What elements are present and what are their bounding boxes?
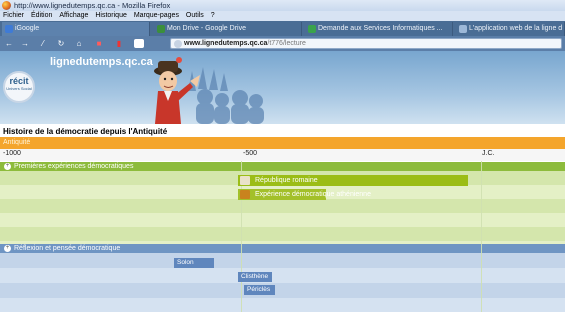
roman-helmet-icon <box>240 176 250 185</box>
menu-affichage[interactable]: Affichage <box>59 12 88 19</box>
event-label: République romaine <box>255 177 318 184</box>
tab-label: Mon Drive - Google Drive <box>167 25 246 32</box>
bookmark-icon[interactable]: ■ <box>94 39 104 48</box>
logo-text: récit <box>9 76 29 86</box>
tab-label: L'application web de la ligne d <box>469 25 563 32</box>
tab-bar: iGoogle Mon Drive - Google Drive Demande… <box>0 21 565 36</box>
drive-icon <box>157 25 165 33</box>
timeline-area: Histoire de la démocratie depuis l'Antiq… <box>0 124 565 312</box>
site-identity-icon[interactable] <box>174 40 182 48</box>
tab-ligne-du-temps[interactable]: L'application web de la ligne d <box>456 22 565 36</box>
timeline-title: Histoire de la démocratie depuis l'Antiq… <box>3 127 168 136</box>
tab-igoogle[interactable]: iGoogle <box>2 22 150 36</box>
menu-bar: Fichier Édition Affichage Historique Mar… <box>0 11 565 21</box>
menu-aide[interactable]: ? <box>211 12 215 19</box>
tab-label: iGoogle <box>15 25 40 32</box>
expand-icon[interactable]: + <box>4 163 11 170</box>
tab-label: Demande aux Services Informatiques ... <box>318 25 443 32</box>
gridline <box>481 161 482 312</box>
signal-icon[interactable]: ⁄ <box>38 39 48 48</box>
expand-icon[interactable]: + <box>4 245 11 252</box>
menu-marque-pages[interactable]: Marque-pages <box>134 12 179 19</box>
forward-arrow-icon[interactable]: → <box>20 39 30 48</box>
section-label: Premières expériences démocratiques <box>14 163 134 170</box>
tick-label: -1000 <box>3 150 21 157</box>
url-bar[interactable]: www.lignedutemps.qc.ca/t776/lecture <box>170 38 562 49</box>
menu-fichier[interactable]: Fichier <box>3 12 24 19</box>
temple-icon <box>240 190 250 199</box>
readability-icon[interactable]: ▮ <box>114 39 124 48</box>
person-solon[interactable]: Solon <box>174 258 214 268</box>
event-label: Expérience démocratique athénienne <box>255 191 371 198</box>
refresh-icon[interactable]: ↻ <box>56 39 66 48</box>
window-titlebar: http://www.lignedutemps.qc.ca - Mozilla … <box>0 0 565 11</box>
url-path: /t776/lecture <box>267 40 306 47</box>
menu-edition[interactable]: Édition <box>31 12 52 19</box>
person-pericles[interactable]: Périclès <box>244 285 275 295</box>
section-label: Réflexion et pensée démocratique <box>14 245 121 252</box>
menu-outils[interactable]: Outils <box>186 12 204 19</box>
logo-subtext: Univers Social <box>6 86 32 91</box>
person-clisthene[interactable]: Clisthène <box>238 272 272 282</box>
page-icon <box>459 25 467 33</box>
navigation-toolbar: ← → ⁄ ↻ ⌂ ■ ▮ www.lignedutemps.qc.ca/t77… <box>0 36 565 51</box>
google-icon <box>5 25 13 33</box>
window-title: http://www.lignedutemps.qc.ca - Mozilla … <box>14 1 171 10</box>
url-host: www.lignedutemps.qc.ca <box>184 40 268 47</box>
event-republique-romaine[interactable]: République romaine <box>238 175 468 186</box>
era-band[interactable]: Antiquité <box>0 137 565 149</box>
event-experience-athenienne[interactable]: Expérience démocratique athénienne <box>238 189 371 200</box>
recit-logo[interactable]: récit Univers Social <box>3 71 35 103</box>
menu-historique[interactable]: Historique <box>95 12 127 19</box>
site-header: récit Univers Social lignedutemps.qc.ca <box>0 51 565 124</box>
tick-label: -500 <box>243 150 258 157</box>
site-name[interactable]: lignedutemps.qc.ca <box>50 56 153 68</box>
time-scale: -1000 -500 J.C. <box>0 149 565 161</box>
era-label: Antiquité <box>3 139 31 146</box>
document-icon <box>308 25 316 33</box>
tick-label: J.C. <box>482 150 495 157</box>
back-arrow-icon[interactable]: ← <box>4 39 14 48</box>
firefox-icon <box>2 1 11 10</box>
tab-services-informatiques[interactable]: Demande aux Services Informatiques ... <box>305 22 453 36</box>
page-action-icon[interactable] <box>134 39 144 48</box>
tab-google-drive[interactable]: Mon Drive - Google Drive <box>154 22 302 36</box>
home-icon[interactable]: ⌂ <box>74 39 84 48</box>
